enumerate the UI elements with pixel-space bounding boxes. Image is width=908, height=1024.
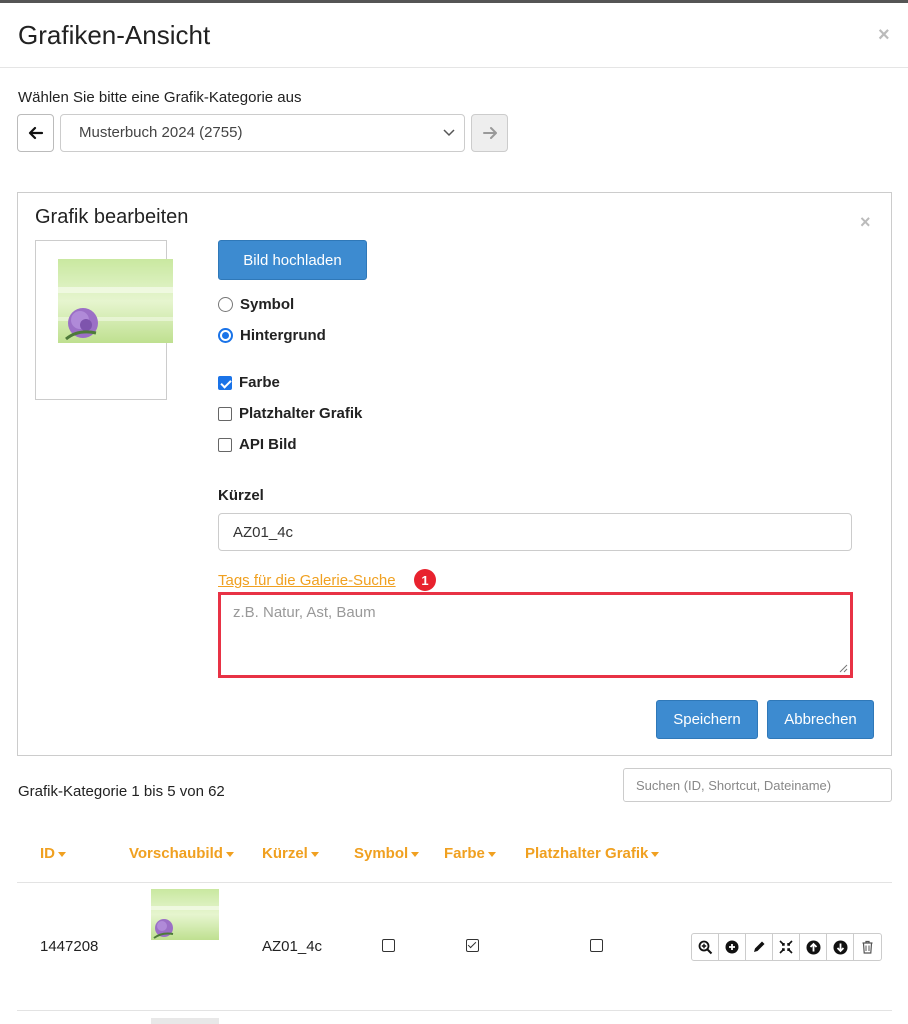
previous-category-button[interactable] — [17, 114, 54, 152]
chevron-down-icon — [443, 129, 455, 137]
modal-close-button[interactable]: × — [878, 25, 890, 45]
caret-down-icon — [411, 851, 420, 857]
search-input[interactable]: Suchen (ID, Shortcut, Dateiname) — [623, 768, 892, 802]
radio-background[interactable]: Hintergrund — [218, 327, 326, 344]
table-row-divider — [17, 1010, 892, 1011]
checkbox-color-control[interactable] — [218, 375, 232, 390]
checkbox-placeholder[interactable]: Platzhalter Grafik — [218, 405, 362, 422]
cell-placeholder-checkbox — [590, 939, 603, 952]
annotation-badge: 1 — [414, 569, 436, 591]
move-up-button[interactable] — [800, 934, 827, 960]
radio-symbol[interactable]: Symbol — [218, 296, 294, 313]
edit-button[interactable] — [746, 934, 773, 960]
tags-placeholder: z.B. Natur, Ast, Baum — [233, 604, 376, 621]
row-preview-image[interactable] — [151, 889, 219, 940]
radio-background-label: Hintergrund — [240, 327, 326, 344]
caret-down-icon — [58, 851, 66, 857]
preview-box — [35, 240, 173, 400]
column-header-placeholder[interactable]: Platzhalter Grafik — [525, 845, 660, 862]
cell-shortcut: AZ01_4c — [262, 938, 323, 955]
modal-header: Grafiken-Ansicht × — [0, 3, 908, 68]
column-header-shortcut[interactable]: Kürzel — [262, 845, 319, 862]
category-label: Wählen Sie bitte eine Grafik-Kategorie a… — [18, 89, 302, 106]
category-select[interactable]: Musterbuch 2024 (2755) — [60, 114, 465, 152]
tags-textarea[interactable]: z.B. Natur, Ast, Baum — [218, 592, 853, 678]
save-button[interactable]: Speichern — [656, 700, 758, 739]
zoom-in-icon — [698, 940, 712, 954]
move-down-button[interactable] — [827, 934, 854, 960]
add-button[interactable] — [719, 934, 746, 960]
checkbox-placeholder-control[interactable] — [218, 406, 232, 421]
panel-title: Grafik bearbeiten — [35, 206, 189, 228]
compress-icon — [779, 940, 793, 954]
preview-image — [58, 259, 173, 343]
column-header-preview[interactable]: Vorschaubild — [129, 845, 234, 862]
checkbox-api-image[interactable]: API Bild — [218, 436, 297, 453]
caret-down-icon — [310, 851, 319, 857]
list-count: Grafik-Kategorie 1 bis 5 von 62 — [18, 783, 225, 800]
arrow-up-circle-icon — [806, 940, 820, 954]
row-action-toolbar — [691, 933, 882, 961]
edit-graphic-panel: Grafik bearbeiten × Bild hochladen Symbo… — [17, 192, 892, 756]
plus-circle-icon — [725, 940, 739, 954]
next-category-button[interactable] — [471, 114, 508, 152]
pencil-icon — [754, 941, 765, 952]
column-header-symbol[interactable]: Symbol — [354, 845, 420, 862]
trash-icon — [862, 940, 873, 954]
shortcut-label: Kürzel — [218, 487, 264, 504]
arrow-right-icon — [482, 127, 497, 139]
checkbox-placeholder-label: Platzhalter Grafik — [239, 405, 363, 422]
arrow-down-circle-icon — [833, 940, 847, 954]
cell-color-checkbox — [466, 939, 479, 952]
checkbox-api-image-control[interactable] — [218, 437, 232, 452]
radio-symbol-label: Symbol — [240, 296, 295, 313]
shortcut-input[interactable]: AZ01_4c — [218, 513, 852, 551]
resize-grip-icon[interactable] — [839, 664, 848, 673]
column-header-color[interactable]: Farbe — [444, 845, 496, 862]
checkbox-color[interactable]: Farbe — [218, 374, 280, 391]
checkbox-api-image-label: API Bild — [239, 436, 297, 453]
radio-symbol-control[interactable] — [218, 297, 233, 312]
zoom-in-button[interactable] — [692, 934, 719, 960]
category-select-value: Musterbuch 2024 (2755) — [79, 124, 243, 141]
modal-title: Grafiken-Ansicht — [18, 20, 211, 50]
caret-down-icon — [487, 851, 496, 857]
cell-id: 1447208 — [40, 938, 99, 955]
upload-image-button[interactable]: Bild hochladen — [218, 240, 367, 280]
cell-symbol-checkbox — [382, 939, 395, 952]
compress-button[interactable] — [773, 934, 800, 960]
delete-button[interactable] — [854, 934, 881, 960]
arrow-left-icon — [28, 126, 43, 140]
caret-down-icon — [225, 851, 234, 857]
tags-link[interactable]: Tags für die Galerie-Suche — [218, 572, 396, 589]
column-header-id[interactable]: ID — [40, 845, 66, 862]
caret-down-icon — [651, 851, 660, 857]
cancel-button[interactable]: Abbrechen — [767, 700, 874, 739]
checkbox-color-label: Farbe — [239, 374, 280, 391]
radio-background-control[interactable] — [218, 328, 233, 343]
table-divider — [17, 882, 892, 883]
next-row-preview-image — [151, 1018, 219, 1024]
panel-close-button[interactable]: × — [860, 213, 871, 231]
